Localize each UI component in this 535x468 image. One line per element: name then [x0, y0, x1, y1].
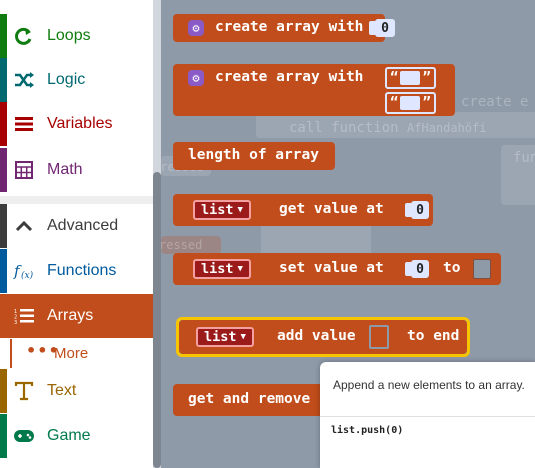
background-text: AfHandahöfi — [407, 121, 487, 135]
string-value[interactable] — [400, 71, 421, 85]
block-label: create array with — [215, 19, 364, 35]
tooltip-description: Append a new elements to an array. — [333, 378, 525, 392]
string-input[interactable]: “ ” — [385, 92, 436, 114]
text-icon — [12, 379, 36, 403]
category-arrays[interactable]: 123 Arrays — [0, 294, 153, 338]
block-label: add value — [277, 328, 356, 344]
category-label: Text — [47, 382, 77, 399]
block-label: to — [443, 260, 461, 276]
add-value-block[interactable]: list ▼ add value to end — [179, 320, 467, 354]
category-functions[interactable]: f (x) Functions — [0, 249, 153, 293]
category-advanced[interactable]: Advanced — [0, 204, 153, 248]
block-tooltip: Append a new elements to an array. list.… — [320, 362, 535, 468]
background-text: fun — [513, 150, 535, 166]
category-label: Arrays — [47, 307, 94, 324]
category-stripe — [0, 249, 7, 293]
variable-dropdown[interactable]: list ▼ — [193, 259, 251, 279]
create-array-strings-block[interactable]: ⚙ create array with “ ” “ ” — [173, 64, 455, 116]
number-input[interactable]: 0 — [375, 19, 395, 37]
category-label: Loops — [47, 27, 91, 44]
gear-icon[interactable]: ⚙ — [188, 20, 204, 36]
list-icon — [12, 112, 36, 136]
category-stripe — [0, 58, 7, 102]
shuffle-icon — [12, 68, 36, 92]
block-label: set value at — [279, 260, 384, 276]
category-stripe — [0, 369, 7, 413]
dropdown-arrow-icon: ▼ — [240, 332, 246, 342]
block-label: create array with — [215, 69, 364, 85]
category-stripe — [0, 204, 7, 248]
get-value-at-block[interactable]: list ▼ get value at 0 — [173, 194, 433, 226]
number-input[interactable]: 0 — [411, 260, 429, 278]
variable-name: list — [201, 261, 234, 277]
background-text: call function — [289, 120, 399, 136]
block-label: get and remove — [188, 391, 311, 407]
length-of-array-block[interactable]: length of array — [173, 142, 335, 170]
calculator-icon — [12, 158, 36, 182]
category-label: More — [54, 345, 89, 362]
variable-name: list — [204, 329, 237, 345]
category-label: Variables — [47, 115, 113, 132]
variable-dropdown[interactable]: list ▼ — [193, 200, 251, 220]
quote-close: ” — [422, 95, 431, 111]
category-label: Logic — [47, 71, 86, 88]
numbered-list-icon: 123 — [12, 304, 36, 328]
block-label: get value at — [279, 201, 384, 217]
toolbox-sidebar: Loops Logic Variables Math Advanced f (x) — [0, 0, 153, 468]
block-label: length of array — [188, 147, 319, 163]
variable-dropdown[interactable]: list ▼ — [196, 327, 254, 347]
category-more[interactable]: ••• More — [10, 339, 153, 368]
loop-icon — [12, 24, 36, 48]
background-text: ressed — [161, 238, 203, 252]
toolbox-scrollbar[interactable] — [153, 172, 161, 468]
value-input-slot[interactable] — [473, 259, 491, 279]
create-array-block[interactable]: ⚙ create array with 0 — [173, 14, 395, 42]
number-input[interactable]: 0 — [411, 201, 429, 219]
category-label: Advanced — [47, 217, 119, 234]
category-stripe — [0, 102, 7, 146]
category-text[interactable]: Text — [0, 369, 153, 413]
category-variables[interactable]: Variables — [0, 102, 153, 146]
category-label: Math — [47, 161, 83, 178]
category-logic[interactable]: Logic — [0, 58, 153, 102]
quote-open: “ — [390, 70, 399, 86]
background-text: create e — [461, 94, 529, 110]
variable-name: list — [201, 202, 234, 218]
tooltip-divider — [320, 416, 535, 417]
category-game[interactable]: Game — [0, 414, 153, 458]
svg-text:3: 3 — [14, 320, 17, 325]
block-label: to end — [407, 328, 460, 344]
dropdown-arrow-icon: ▼ — [237, 264, 243, 274]
category-math[interactable]: Math — [0, 148, 153, 192]
string-input[interactable]: “ ” — [385, 67, 436, 89]
set-value-at-block[interactable]: list ▼ set value at 0 to — [173, 253, 501, 285]
category-stripe — [0, 14, 7, 58]
category-stripe — [0, 414, 7, 458]
category-loops[interactable]: Loops — [0, 14, 153, 58]
tooltip-code: list.push(0) — [331, 425, 404, 436]
category-stripe — [0, 294, 7, 338]
category-label: Functions — [47, 262, 117, 279]
svg-text:(x): (x) — [21, 270, 34, 281]
chevron-up-icon — [12, 214, 36, 238]
dropdown-arrow-icon: ▼ — [237, 205, 243, 215]
quote-open: “ — [390, 95, 399, 111]
gamepad-icon — [12, 424, 36, 448]
string-value[interactable] — [400, 96, 421, 110]
category-stripe — [0, 148, 7, 192]
value-input-slot[interactable] — [369, 325, 389, 349]
function-icon: f (x) — [12, 259, 36, 283]
get-and-remove-block[interactable]: get and remove — [173, 384, 323, 416]
gear-icon[interactable]: ⚙ — [188, 70, 204, 86]
category-label: Game — [47, 427, 91, 444]
quote-close: ” — [422, 70, 431, 86]
category-separator — [0, 196, 153, 204]
